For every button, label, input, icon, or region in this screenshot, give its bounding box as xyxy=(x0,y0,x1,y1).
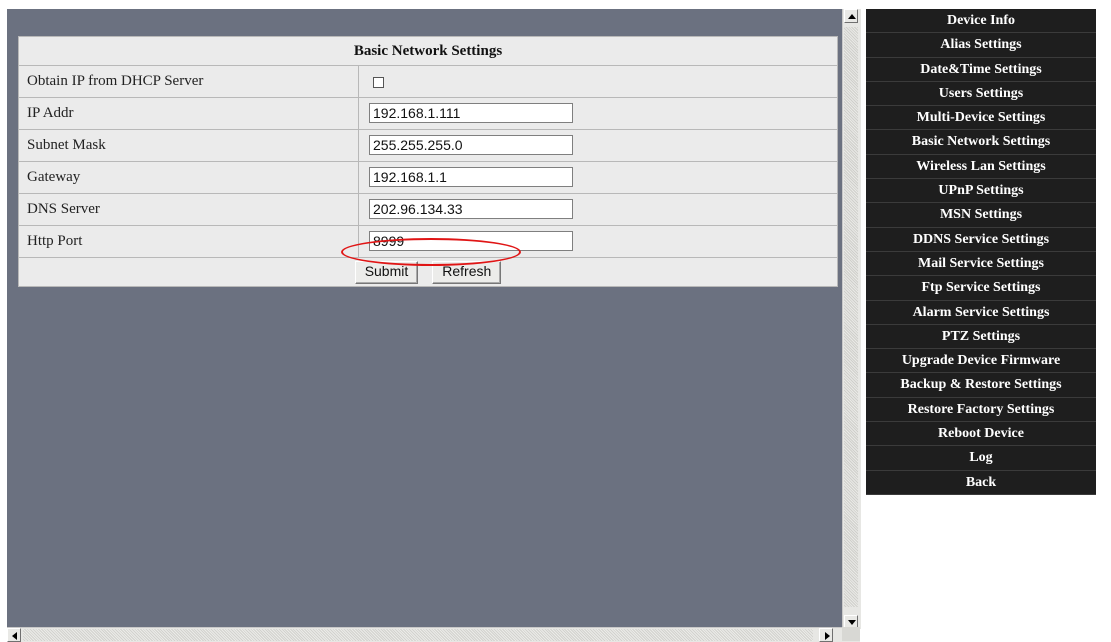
mask-row: Subnet Mask 255.255.255.0 xyxy=(18,129,838,162)
subnet-mask-label: Subnet Mask xyxy=(18,129,359,162)
basic-network-settings-panel: Basic Network Settings Obtain IP from DH… xyxy=(18,36,838,287)
menu-item-ftp-service-settings[interactable]: Ftp Service Settings xyxy=(866,276,1096,301)
gateway-input[interactable]: 192.168.1.1 xyxy=(369,167,573,187)
http-port-input[interactable]: 8999 xyxy=(369,231,573,251)
menu-item-basic-network-settings[interactable]: Basic Network Settings xyxy=(866,130,1096,155)
vertical-scrollbar[interactable] xyxy=(842,9,861,629)
menu-item-device-info[interactable]: Device Info xyxy=(866,9,1096,34)
menu-item-mail-service-settings[interactable]: Mail Service Settings xyxy=(866,252,1096,277)
dns-server-input[interactable]: 202.96.134.33 xyxy=(369,199,573,219)
menu-item-back[interactable]: Back xyxy=(866,471,1096,495)
menu-item-upgrade-device-firmware[interactable]: Upgrade Device Firmware xyxy=(866,349,1096,374)
dns-server-label: DNS Server xyxy=(18,193,359,226)
ip-row: IP Addr 192.168.1.111 xyxy=(18,97,838,130)
dhcp-label: Obtain IP from DHCP Server xyxy=(18,65,359,98)
submit-button[interactable]: Submit xyxy=(354,260,419,284)
menu-item-backup-restore-settings[interactable]: Backup & Restore Settings xyxy=(866,373,1096,398)
scroll-up-icon[interactable] xyxy=(844,9,858,23)
horizontal-scrollbar[interactable] xyxy=(7,627,860,642)
menu-item-restore-factory-settings[interactable]: Restore Factory Settings xyxy=(866,398,1096,423)
ip-label: IP Addr xyxy=(18,97,359,130)
ip-address-input[interactable]: 192.168.1.111 xyxy=(369,103,573,123)
vertical-scroll-thumb[interactable] xyxy=(844,27,858,607)
scroll-right-icon[interactable] xyxy=(819,628,833,642)
dns-row: DNS Server 202.96.134.33 xyxy=(18,193,838,226)
http-port-label: Http Port xyxy=(18,225,359,258)
settings-menu: Device Info Alias Settings Date&Time Set… xyxy=(866,9,1096,495)
menu-item-wireless-lan-settings[interactable]: Wireless Lan Settings xyxy=(866,155,1096,180)
port-row: Http Port 8999 xyxy=(18,225,838,258)
menu-item-multi-device-settings[interactable]: Multi-Device Settings xyxy=(866,106,1096,131)
subnet-mask-input[interactable]: 255.255.255.0 xyxy=(369,135,573,155)
menu-item-reboot-device[interactable]: Reboot Device xyxy=(866,422,1096,447)
dhcp-checkbox[interactable] xyxy=(373,77,384,88)
scroll-left-icon[interactable] xyxy=(7,628,21,642)
menu-item-upnp-settings[interactable]: UPnP Settings xyxy=(866,179,1096,204)
menu-item-msn-settings[interactable]: MSN Settings xyxy=(866,203,1096,228)
scrollbar-corner xyxy=(842,627,860,641)
dhcp-row: Obtain IP from DHCP Server xyxy=(18,65,838,98)
menu-item-alias-settings[interactable]: Alias Settings xyxy=(866,33,1096,58)
panel-header: Basic Network Settings xyxy=(18,36,838,66)
menu-item-users-settings[interactable]: Users Settings xyxy=(866,82,1096,107)
horizontal-scroll-thumb[interactable] xyxy=(23,629,813,641)
panel-title: Basic Network Settings xyxy=(18,36,838,66)
menu-item-ptz-settings[interactable]: PTZ Settings xyxy=(866,325,1096,350)
menu-item-datetime-settings[interactable]: Date&Time Settings xyxy=(866,58,1096,82)
menu-item-log[interactable]: Log xyxy=(866,446,1096,471)
content-frame: Basic Network Settings Obtain IP from DH… xyxy=(7,9,842,641)
menu-item-alarm-service-settings[interactable]: Alarm Service Settings xyxy=(866,301,1096,325)
button-row: Submit Refresh xyxy=(18,257,838,287)
menu-item-ddns-service-settings[interactable]: DDNS Service Settings xyxy=(866,228,1096,252)
gateway-row: Gateway 192.168.1.1 xyxy=(18,161,838,194)
gateway-label: Gateway xyxy=(18,161,359,194)
refresh-button[interactable]: Refresh xyxy=(432,260,502,284)
